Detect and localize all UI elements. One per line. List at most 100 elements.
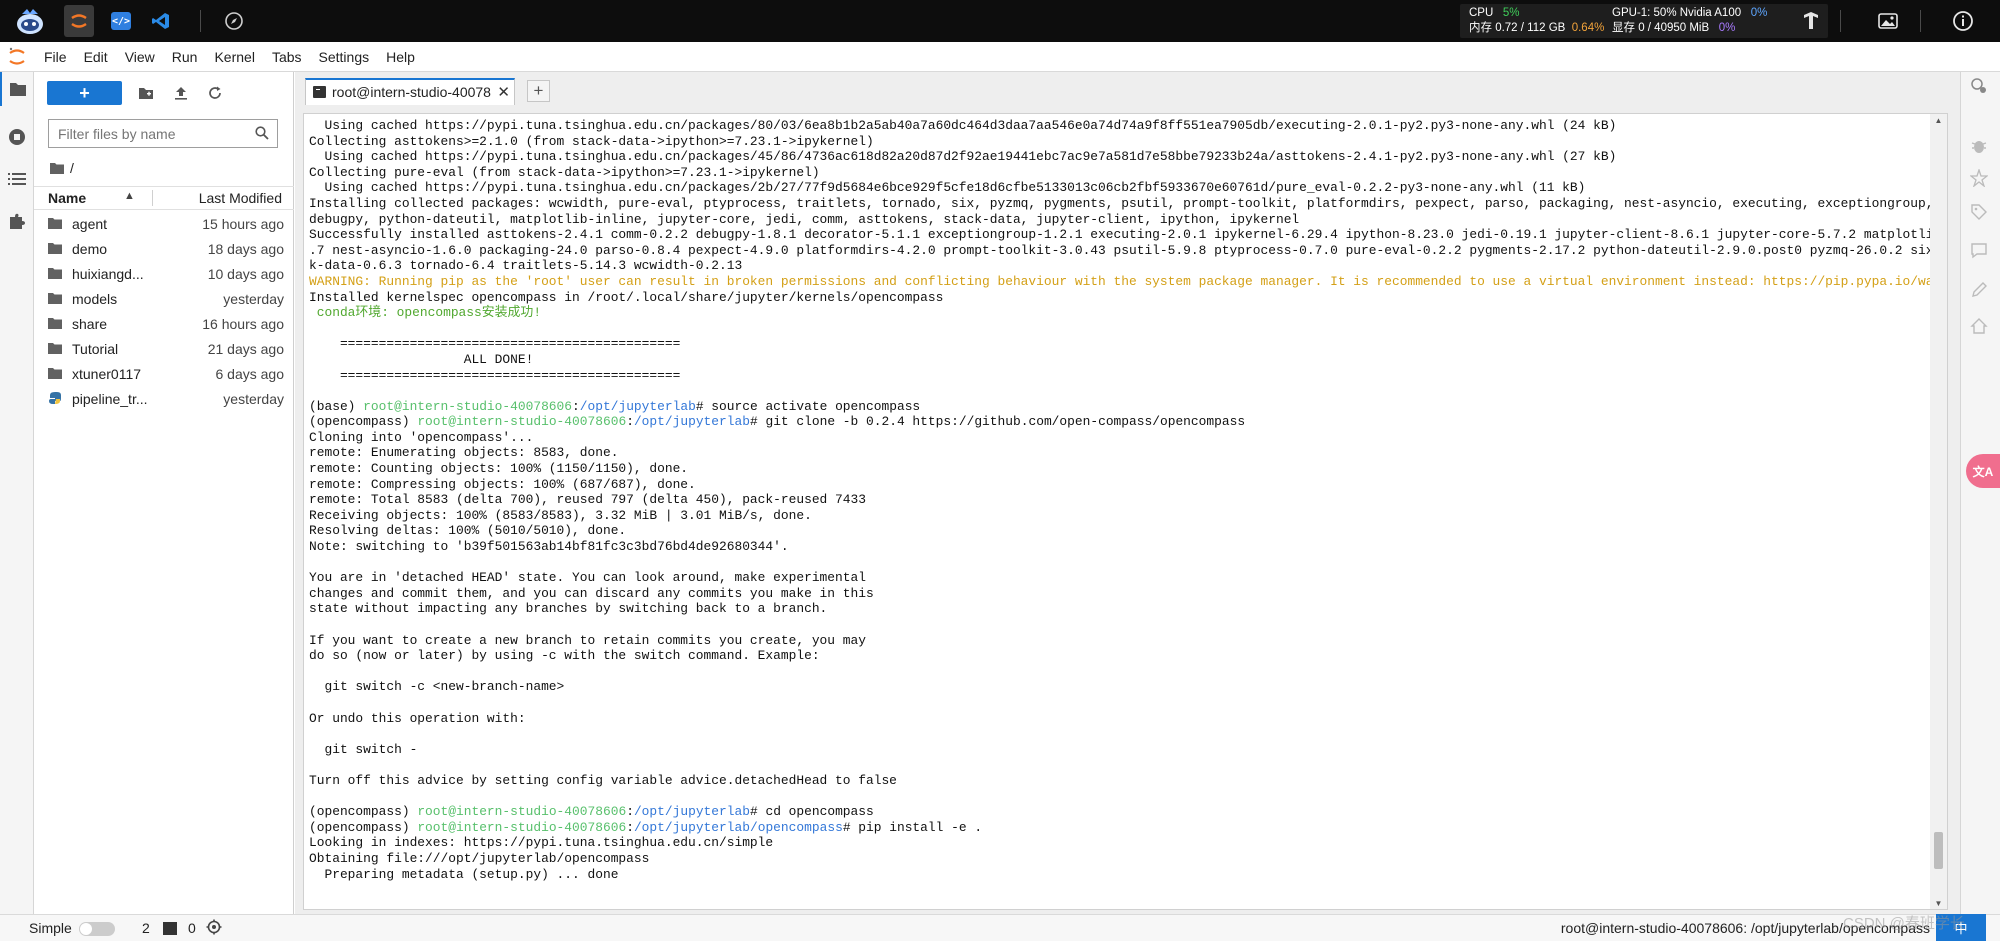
chat-icon[interactable]: [1967, 238, 1991, 262]
file-filter-box: [48, 119, 278, 148]
scroll-down-icon[interactable]: ▼: [1930, 897, 1947, 909]
breadcrumb[interactable]: /: [50, 158, 74, 178]
scroll-up-icon[interactable]: ▲: [1930, 114, 1947, 128]
terminal-text: ALL DONE!: [309, 351, 534, 367]
add-tab-button[interactable]: +: [527, 80, 550, 102]
new-folder-icon[interactable]: [135, 82, 157, 104]
column-header-name[interactable]: Name: [48, 190, 86, 206]
terminal-text: root@intern-studio-40078606: [417, 804, 627, 820]
terminal-line: (opencompass) root@intern-studio-4007860…: [309, 804, 1919, 820]
terminal-line: remote: Total 8583 (delta 700), reused 7…: [309, 492, 1919, 508]
menu-run[interactable]: Run: [172, 49, 198, 65]
terminal-text: Note: switching to 'b39f501563ab14bf81fc…: [309, 539, 789, 555]
terminal-panel[interactable]: Using cached https://pypi.tuna.tsinghua.…: [303, 113, 1948, 910]
sort-ascending-icon[interactable]: ▲: [124, 190, 135, 202]
debugger-icon[interactable]: [1967, 134, 1991, 158]
file-list-item[interactable]: demo 18 days ago: [34, 237, 294, 262]
terminal-text: remote: Enumerating objects: 8583, done.: [309, 445, 619, 461]
terminal-line: Or undo this operation with:: [309, 711, 1919, 727]
menu-edit[interactable]: Edit: [84, 49, 108, 65]
scrollbar-thumb[interactable]: [1934, 832, 1943, 869]
file-list-item[interactable]: xtuner0117 6 days ago: [34, 362, 294, 387]
terminal-text: .7 nest-asyncio-1.6.0 packaging-24.0 par…: [309, 242, 1948, 258]
property-inspector-icon[interactable]: [1967, 74, 1991, 98]
compass-icon[interactable]: [220, 5, 248, 37]
file-list-item[interactable]: Tutorial 21 days ago: [34, 337, 294, 362]
code-editor-icon[interactable]: </>: [108, 5, 134, 37]
close-icon[interactable]: ✕: [497, 83, 510, 101]
toolbar-divider-end: [1920, 10, 1921, 32]
terminal-text: Installing collected packages: wcwidth, …: [309, 195, 1948, 211]
new-launcher-button[interactable]: +: [47, 81, 122, 105]
file-list-item[interactable]: models yesterday: [34, 287, 294, 312]
pen-icon[interactable]: [1967, 278, 1991, 302]
terminal-line: Installing collected packages: wcwidth, …: [309, 196, 1947, 212]
star-icon[interactable]: [1967, 166, 1991, 190]
jupyter-icon[interactable]: [64, 5, 94, 37]
home-icon[interactable]: [1967, 314, 1991, 338]
status-bar: Simple 2 0 root@intern-studio-40078606: …: [0, 914, 2000, 941]
folder-icon: [50, 163, 64, 174]
file-browser-icon[interactable]: [0, 72, 34, 106]
terminal-text: (opencompass): [309, 804, 418, 820]
terminal-text: Receiving objects: 100% (8583/8583), 3.3…: [309, 507, 812, 523]
terminal-scrollbar[interactable]: ▲ ▼: [1930, 114, 1947, 909]
upload-icon[interactable]: [170, 82, 192, 104]
file-list-item[interactable]: agent 15 hours ago: [34, 212, 294, 237]
terminal-text: Using cached https://pypi.tuna.tsinghua.…: [309, 118, 1617, 133]
refresh-icon[interactable]: [204, 82, 226, 104]
terminal-text: Obtaining file:///opt/jupyterlab/opencom…: [309, 850, 650, 866]
terminal-text: Turn off this advice by setting config v…: [309, 772, 897, 788]
menu-tabs[interactable]: Tabs: [272, 49, 302, 65]
kernel-gear-icon[interactable]: [206, 919, 222, 938]
file-list-item[interactable]: share 16 hours ago: [34, 312, 294, 337]
terminal-line: Using cached https://pypi.tuna.tsinghua.…: [309, 180, 1919, 196]
extensions-icon[interactable]: [0, 204, 34, 238]
file-name: share: [72, 316, 108, 332]
memory-value: 0.64%: [1571, 22, 1605, 34]
terminal-count[interactable]: 2: [142, 920, 150, 936]
vscode-icon[interactable]: [148, 5, 174, 37]
left-sidebar-rail: [0, 72, 34, 914]
terminal-line: Installed kernelspec opencompass in /roo…: [309, 290, 1919, 306]
terminal-line: Using cached https://pypi.tuna.tsinghua.…: [309, 149, 1919, 165]
file-list-item[interactable]: pipeline_tr... yesterday: [34, 387, 294, 412]
file-filter-input[interactable]: [58, 120, 248, 147]
app-logo-icon[interactable]: [8, 5, 52, 37]
menu-file[interactable]: File: [44, 49, 67, 65]
tab-terminal[interactable]: root@intern-studio-40078 ✕: [305, 78, 515, 105]
terminal-text: root@intern-studio-40078606: [417, 414, 627, 430]
terminal-line: Successfully installed asttokens-2.4.1 c…: [309, 227, 1947, 243]
terminal-text: root@intern-studio-40078606: [417, 819, 627, 835]
terminal-line: Cloning into 'opencompass'...: [309, 430, 1919, 446]
menu-settings[interactable]: Settings: [319, 49, 370, 65]
terminal-line: Resolving deltas: 100% (5010/5010), done…: [309, 523, 1919, 539]
translate-icon[interactable]: 文A: [1966, 454, 2000, 488]
info-icon[interactable]: [1948, 5, 1978, 37]
simple-mode-toggle[interactable]: [79, 922, 115, 936]
terminal-text: Collecting pure-eval (from stack-data->i…: [309, 164, 820, 180]
breadcrumb-root[interactable]: /: [70, 160, 74, 176]
column-header-modified[interactable]: Last Modified: [199, 190, 282, 206]
table-of-contents-icon[interactable]: [0, 162, 34, 196]
toolbar-divider: [200, 10, 201, 32]
menu-help[interactable]: Help: [386, 49, 415, 65]
file-list-item[interactable]: huixiangd... 10 days ago: [34, 262, 294, 287]
gpu-label: GPU-1: 50% Nvidia A100: [1612, 7, 1742, 19]
tensor-icon[interactable]: [1798, 5, 1824, 37]
menu-kernel[interactable]: Kernel: [214, 49, 254, 65]
terminal-line: ========================================…: [309, 368, 1919, 384]
running-sessions-icon[interactable]: [0, 120, 34, 154]
watermark-text: CSDN @春班学长: [1843, 915, 1965, 932]
image-icon[interactable]: [1874, 5, 1902, 37]
menu-view[interactable]: View: [125, 49, 155, 65]
terminal-text: do so (now or later) by using -c with th…: [309, 648, 820, 664]
kernel-count[interactable]: 0: [188, 920, 196, 936]
terminal-line: You are in 'detached HEAD' state. You ca…: [309, 570, 1919, 586]
tag-icon[interactable]: [1967, 200, 1991, 224]
file-name: agent: [72, 216, 108, 232]
